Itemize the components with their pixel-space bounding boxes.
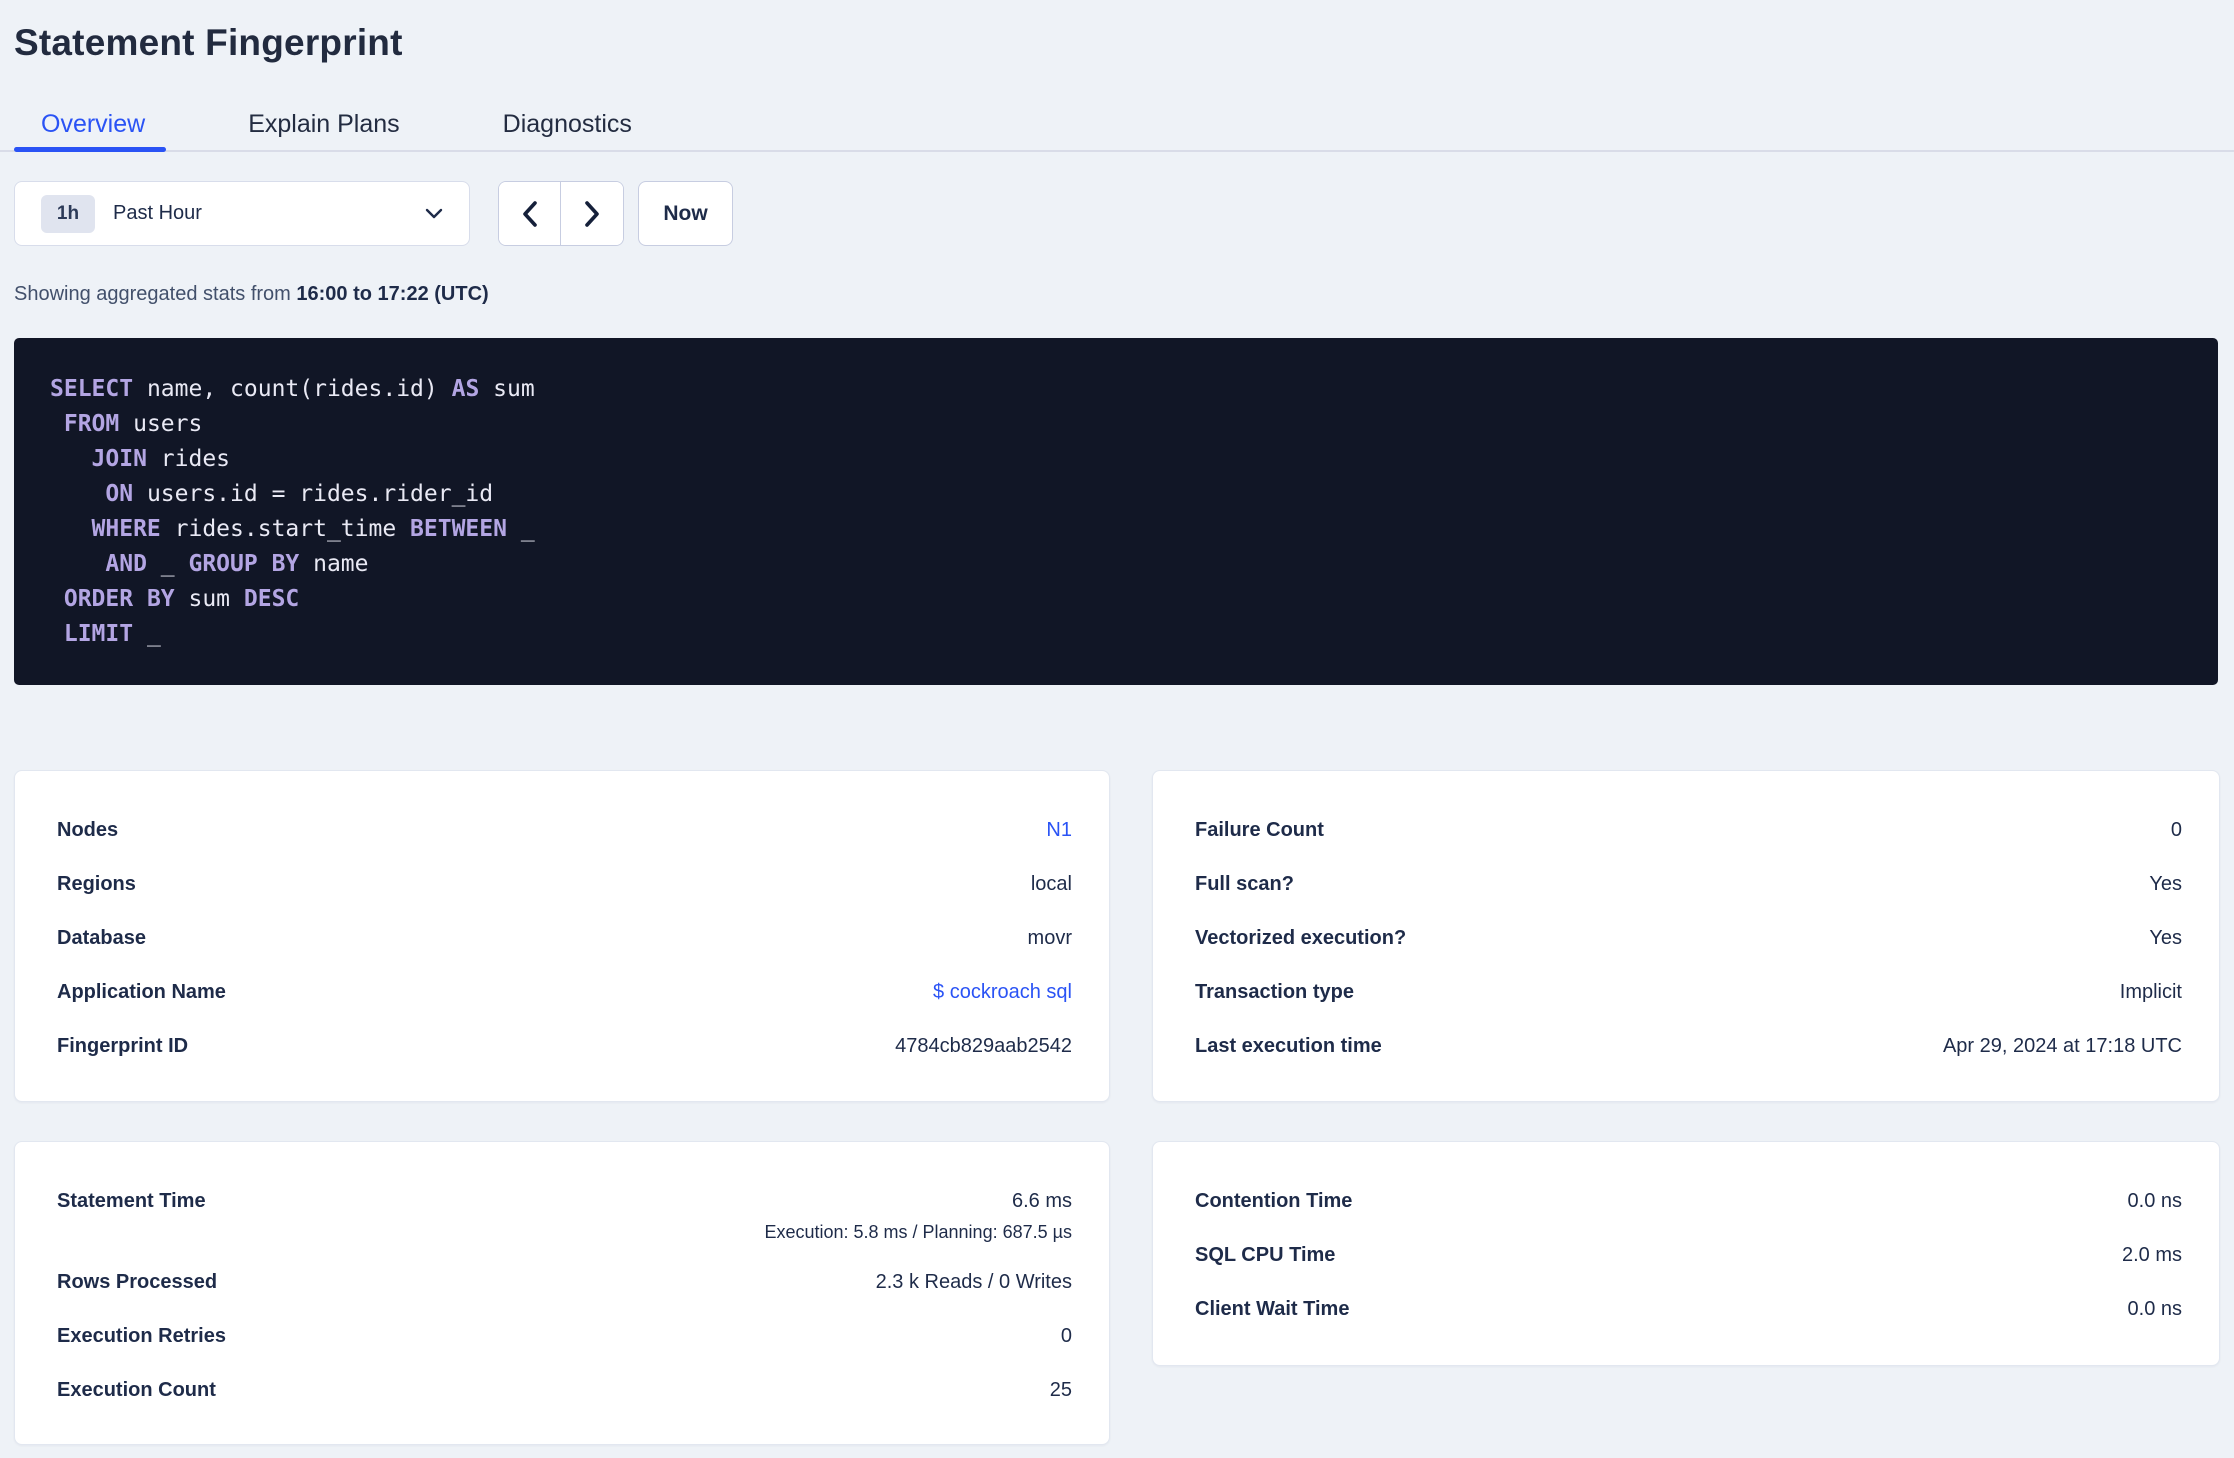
- chevron-right-icon: [582, 200, 602, 228]
- stat-row-execution-count: Execution Count 25: [57, 1377, 1072, 1404]
- stat-row-rows-processed: Rows Processed 2.3 k Reads / 0 Writes: [57, 1269, 1072, 1296]
- tab-overview[interactable]: Overview: [14, 110, 172, 139]
- stat-value: 25: [1049, 1379, 1072, 1401]
- stat-row-contention-time: Contention Time 0.0 ns: [1195, 1188, 2182, 1215]
- stat-label: Execution Retries: [57, 1325, 226, 1347]
- stat-label: Database: [57, 927, 146, 949]
- tab-diagnostics[interactable]: Diagnostics: [476, 110, 659, 139]
- stat-row-regions: Regions local: [57, 871, 1072, 898]
- page-title: Statement Fingerprint: [14, 22, 403, 63]
- time-range-badge: 1h: [41, 194, 95, 233]
- stat-value: movr: [1027, 927, 1072, 949]
- stat-row-statement-time: Statement Time 6.6 ms: [57, 1188, 1072, 1215]
- stat-label: Full scan?: [1195, 873, 1294, 895]
- stat-label: Transaction type: [1195, 981, 1354, 1003]
- sql-line: JOIN rides: [91, 446, 231, 472]
- aggregation-note-prefix: Showing aggregated stats from: [14, 283, 297, 305]
- chevron-down-icon: [425, 208, 443, 219]
- card-overview-details-left: Nodes N1 Regions local Database movr Applicati…: [14, 770, 1110, 1102]
- sql-line: ON users.id = rides.rider_id: [105, 481, 494, 507]
- stat-subvalue: Execution: 5.8 ms / Planning: 687.5 µs: [764, 1222, 1072, 1242]
- stat-value: 2.0 ms: [2121, 1244, 2182, 1266]
- card-overview-details-right: Failure Count 0 Full scan? Yes Vectorized ex…: [1152, 770, 2220, 1102]
- stat-value: 6.6 ms: [1011, 1190, 1072, 1212]
- stat-value: 4784cb829aab2542: [895, 1035, 1072, 1057]
- sql-line: FROM users: [63, 411, 203, 437]
- time-range-dropdown[interactable]: 1h Past Hour: [14, 181, 470, 246]
- stat-label: Contention Time: [1195, 1190, 1353, 1212]
- stat-value: 0: [2170, 819, 2182, 841]
- stat-label: Nodes: [57, 819, 119, 841]
- sql-line: SELECT name, count(rides.id) AS sum: [50, 376, 535, 402]
- aggregation-note: Showing aggregated stats from 16:00 to 1…: [14, 283, 489, 306]
- stat-value: 0.0 ns: [2127, 1298, 2182, 1320]
- stat-row-application-name: Application Name $ cockroach sql: [57, 979, 1072, 1006]
- stat-label: Execution Count: [57, 1379, 216, 1401]
- stat-label: Vectorized execution?: [1195, 927, 1407, 949]
- stat-row-last-execution-time: Last execution time Apr 29, 2024 at 17:18…: [1195, 1033, 2182, 1060]
- stat-row-database: Database movr: [57, 925, 1072, 952]
- stat-value: Yes: [2149, 873, 2182, 895]
- stat-row-transaction-type: Transaction type Implicit: [1195, 979, 2182, 1006]
- chevron-left-icon: [520, 200, 540, 228]
- time-picker-toolbar: 1h Past Hour Now: [14, 181, 733, 246]
- stat-row-full-scan: Full scan? Yes: [1195, 871, 2182, 898]
- sql-line: AND _ GROUP BY name: [105, 551, 369, 577]
- stat-label: Failure Count: [1195, 819, 1324, 841]
- time-range-label: Past Hour: [113, 202, 202, 224]
- stat-value: 0.0 ns: [2127, 1190, 2182, 1212]
- aggregation-note-range: 16:00 to 17:22 (UTC): [296, 283, 489, 305]
- sql-line: ORDER BY sum DESC: [63, 586, 300, 612]
- card-timing-left: Statement Time 6.6 ms Execution: 5.8 ms / …: [14, 1141, 1110, 1445]
- tabs: Overview Explain Plans Diagnostics: [14, 96, 708, 152]
- stat-label: Last execution time: [1195, 1035, 1382, 1057]
- now-button[interactable]: Now: [638, 181, 733, 246]
- stat-value: Yes: [2149, 927, 2182, 949]
- stat-label: Rows Processed: [57, 1271, 218, 1293]
- stat-row-fingerprint-id: Fingerprint ID 4784cb829aab2542: [57, 1033, 1072, 1060]
- stat-value: 2.3 k Reads / 0 Writes: [875, 1271, 1072, 1293]
- stat-value: Implicit: [2119, 981, 2182, 1003]
- sql-line: LIMIT _: [63, 621, 161, 647]
- stat-row-nodes: Nodes N1: [57, 817, 1072, 844]
- stat-row-failure-count: Failure Count 0: [1195, 817, 2182, 844]
- card-timing-right: Contention Time 0.0 ns SQL CPU Time 2.0 ms C…: [1152, 1141, 2220, 1366]
- stat-value-link[interactable]: $ cockroach sql: [933, 979, 1072, 1006]
- tab-explain-plans[interactable]: Explain Plans: [221, 110, 426, 139]
- stat-label: Application Name: [57, 981, 226, 1003]
- sql-line: WHERE rides.start_time BETWEEN _: [91, 516, 535, 542]
- tabs-divider: [0, 150, 2234, 152]
- stat-label: Client Wait Time: [1195, 1298, 1350, 1320]
- stat-row-execution-retries: Execution Retries 0: [57, 1323, 1072, 1350]
- stat-label: Fingerprint ID: [57, 1035, 189, 1057]
- previous-range-button[interactable]: [499, 182, 561, 245]
- sql-statement-box: SELECT name, count(rides.id) AS sum FROM…: [14, 338, 2218, 685]
- next-range-button[interactable]: [561, 182, 623, 245]
- stat-label: Statement Time: [57, 1190, 206, 1212]
- stat-row-sql-cpu-time: SQL CPU Time 2.0 ms: [1195, 1242, 2182, 1269]
- stat-row-vectorized-execution: Vectorized execution? Yes: [1195, 925, 2182, 952]
- statement-fingerprint-page: Statement Fingerprint Overview Explain Pl…: [0, 0, 2234, 1458]
- stat-value: local: [1030, 873, 1072, 895]
- stat-label: SQL CPU Time: [1195, 1244, 1336, 1266]
- stat-row-client-wait-time: Client Wait Time 0.0 ns: [1195, 1296, 2182, 1323]
- active-tab-indicator: [14, 147, 166, 152]
- stat-value-link[interactable]: N1: [1046, 817, 1072, 844]
- stat-label: Regions: [57, 873, 136, 895]
- time-range-pager: [498, 181, 624, 246]
- stat-value: Apr 29, 2024 at 17:18 UTC: [1942, 1035, 2182, 1057]
- stat-value: 0: [1060, 1325, 1072, 1347]
